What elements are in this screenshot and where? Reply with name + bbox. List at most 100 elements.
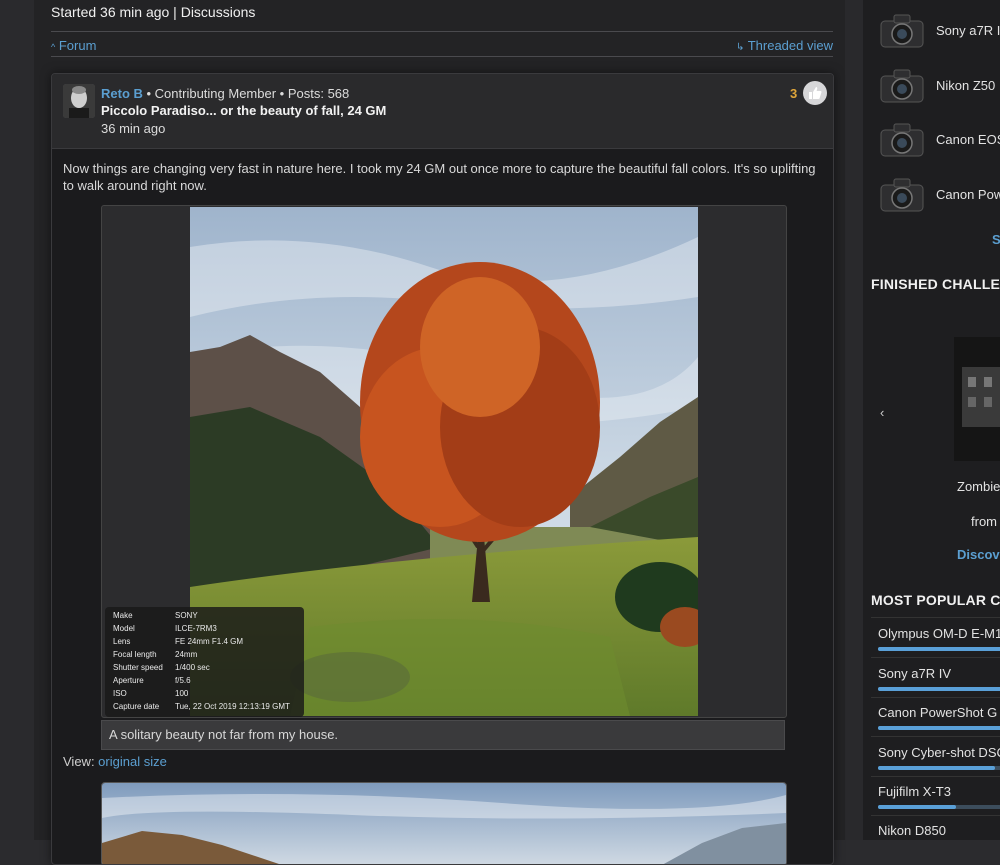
popular-camera-item[interactable]: Canon PowerShot G [878,705,1000,730]
popularity-fill [878,726,1000,730]
threaded-view-icon: ↳ [735,42,745,53]
divider [871,697,1000,698]
exif-value: 1/400 sec [175,663,210,672]
photo-frame: Make SONY Model ILCE-7RM3 Lens FE 24mm F1.4… [101,205,787,718]
popular-camera-item[interactable]: Sony a7R IV [878,666,1000,691]
popular-camera-name: Nikon D850 [878,823,946,838]
popularity-fill [878,687,1000,691]
challenge-title[interactable]: Zombie [957,479,1000,494]
caption-text: A solitary beauty not far from my house. [109,727,339,742]
divider [871,736,1000,737]
exif-key: Lens [113,637,131,646]
popularity-bar [878,766,1000,770]
exif-key: Make [113,611,133,620]
page-gutter-left [0,0,34,840]
column-divider [845,0,863,840]
divider [871,815,1000,816]
exif-row: Make SONY [113,611,303,623]
thread-started-info: Started 36 min ago | Discussions [51,4,256,20]
popularity-fill [878,647,1000,651]
divider [51,31,833,32]
post-title[interactable]: Piccolo Paradiso... or the beauty of fal… [101,103,386,118]
popularity-bar [878,647,1000,651]
exif-value: f/5.6 [175,676,191,685]
divider [871,617,1000,618]
forum-link-label: Forum [58,38,97,53]
like-button[interactable] [803,81,827,105]
camera-icon [880,69,924,103]
author-link[interactable]: Reto B [101,86,143,101]
exif-row: Focal length 24mm [113,650,303,662]
camera-name: Nikon Z50 [936,78,996,93]
camera-icon [880,123,924,157]
popular-camera-item[interactable]: Fujifilm X-T3 [878,784,1000,809]
exif-value: SONY [175,611,198,620]
exif-row: Aperture f/5.6 [113,676,303,688]
forum-post: Reto B • Contributing Member • Posts: 56… [51,73,834,865]
exif-row: Shutter speed 1/400 sec [113,663,303,675]
exif-overlay: Make SONY Model ILCE-7RM3 Lens FE 24mm F1.4… [105,607,304,717]
exif-key: Shutter speed [113,663,163,672]
divider [51,56,833,57]
exif-key: Model [113,624,135,633]
original-size-link[interactable]: original size [98,754,167,769]
author-details: • Contributing Member • Posts: 568 [142,86,350,101]
exif-value: Tue, 22 Oct 2019 12:13:19 GMT [175,702,290,711]
camera-name: Canon EOS [936,132,1000,147]
popularity-bar [878,687,1000,691]
camera-icon [880,178,924,212]
exif-row: Lens FE 24mm F1.4 GM [113,637,303,649]
thumbs-up-icon [809,87,822,99]
popular-camera-item[interactable]: Olympus OM-D E-M1 [878,626,1000,651]
sidebar-camera-item[interactable]: Sony a7R IV [877,12,1000,52]
exif-key: ISO [113,689,127,698]
exif-key: Focal length [113,650,157,659]
exif-key: Capture date [113,702,160,711]
photo-caption: A solitary beauty not far from my house. [101,720,785,750]
threaded-view-link[interactable]: ↳ Threaded view [736,38,833,53]
exif-row: ISO 100 [113,689,303,701]
author-meta: Reto B • Contributing Member • Posts: 56… [101,86,349,101]
sidebar-camera-item[interactable]: Canon Pow [877,176,1000,216]
finished-challenges-heading: FINISHED CHALLEN [871,276,1000,292]
post-body: Now things are changing very fast in nat… [63,161,816,193]
view-line: View: original size [63,754,167,769]
see-more-link[interactable]: S [992,232,1000,247]
challenge-thumbnail[interactable] [954,337,1000,461]
exif-row: Capture date Tue, 22 Oct 2019 12:13:19 GM… [113,702,303,714]
discover-link[interactable]: Discov [957,547,1000,562]
popular-camera-name: Fujifilm X-T3 [878,784,951,799]
carousel-prev-button[interactable]: ‹ [880,405,884,420]
popular-camera-name: Olympus OM-D E-M1 [878,626,1000,641]
exif-row: Model ILCE-7RM3 [113,624,303,636]
post-header: Reto B • Contributing Member • Posts: 56… [52,74,833,149]
like-count: 3 [790,86,798,101]
sidebar: Sony a7R IV Nikon Z50 Canon EOS Canon Po… [863,0,1000,840]
popularity-fill [878,766,995,770]
divider [871,657,1000,658]
popular-camera-name: Sony Cyber-shot DSC [878,745,1000,760]
challenge-meta: from [971,514,997,529]
exif-value: ILCE-7RM3 [175,624,217,633]
popularity-bar [878,805,1000,809]
popular-camera-item[interactable]: Sony Cyber-shot DSC [878,745,1000,770]
popular-camera-name: Sony a7R IV [878,666,951,681]
threaded-view-label: Threaded view [747,38,833,53]
camera-name: Sony a7R IV [936,23,1000,38]
second-photo[interactable] [101,782,787,864]
popularity-fill [878,805,956,809]
exif-value: FE 24mm F1.4 GM [175,637,244,646]
popular-camera-item[interactable]: Nikon D850 [878,823,1000,838]
most-popular-heading: MOST POPULAR CA [871,592,1000,608]
forum-link[interactable]: ^ Forum [51,38,96,53]
exif-key: Aperture [113,676,144,685]
sidebar-camera-item[interactable]: Nikon Z50 [877,67,1000,107]
sidebar-camera-item[interactable]: Canon EOS [877,121,1000,161]
camera-icon [880,14,924,48]
avatar[interactable] [63,84,95,118]
camera-name: Canon Pow [936,187,1000,202]
view-label: View: [63,754,99,769]
chevron-up-icon: ^ [51,42,56,52]
popularity-bar [878,726,1000,730]
exif-value: 24mm [175,650,198,659]
